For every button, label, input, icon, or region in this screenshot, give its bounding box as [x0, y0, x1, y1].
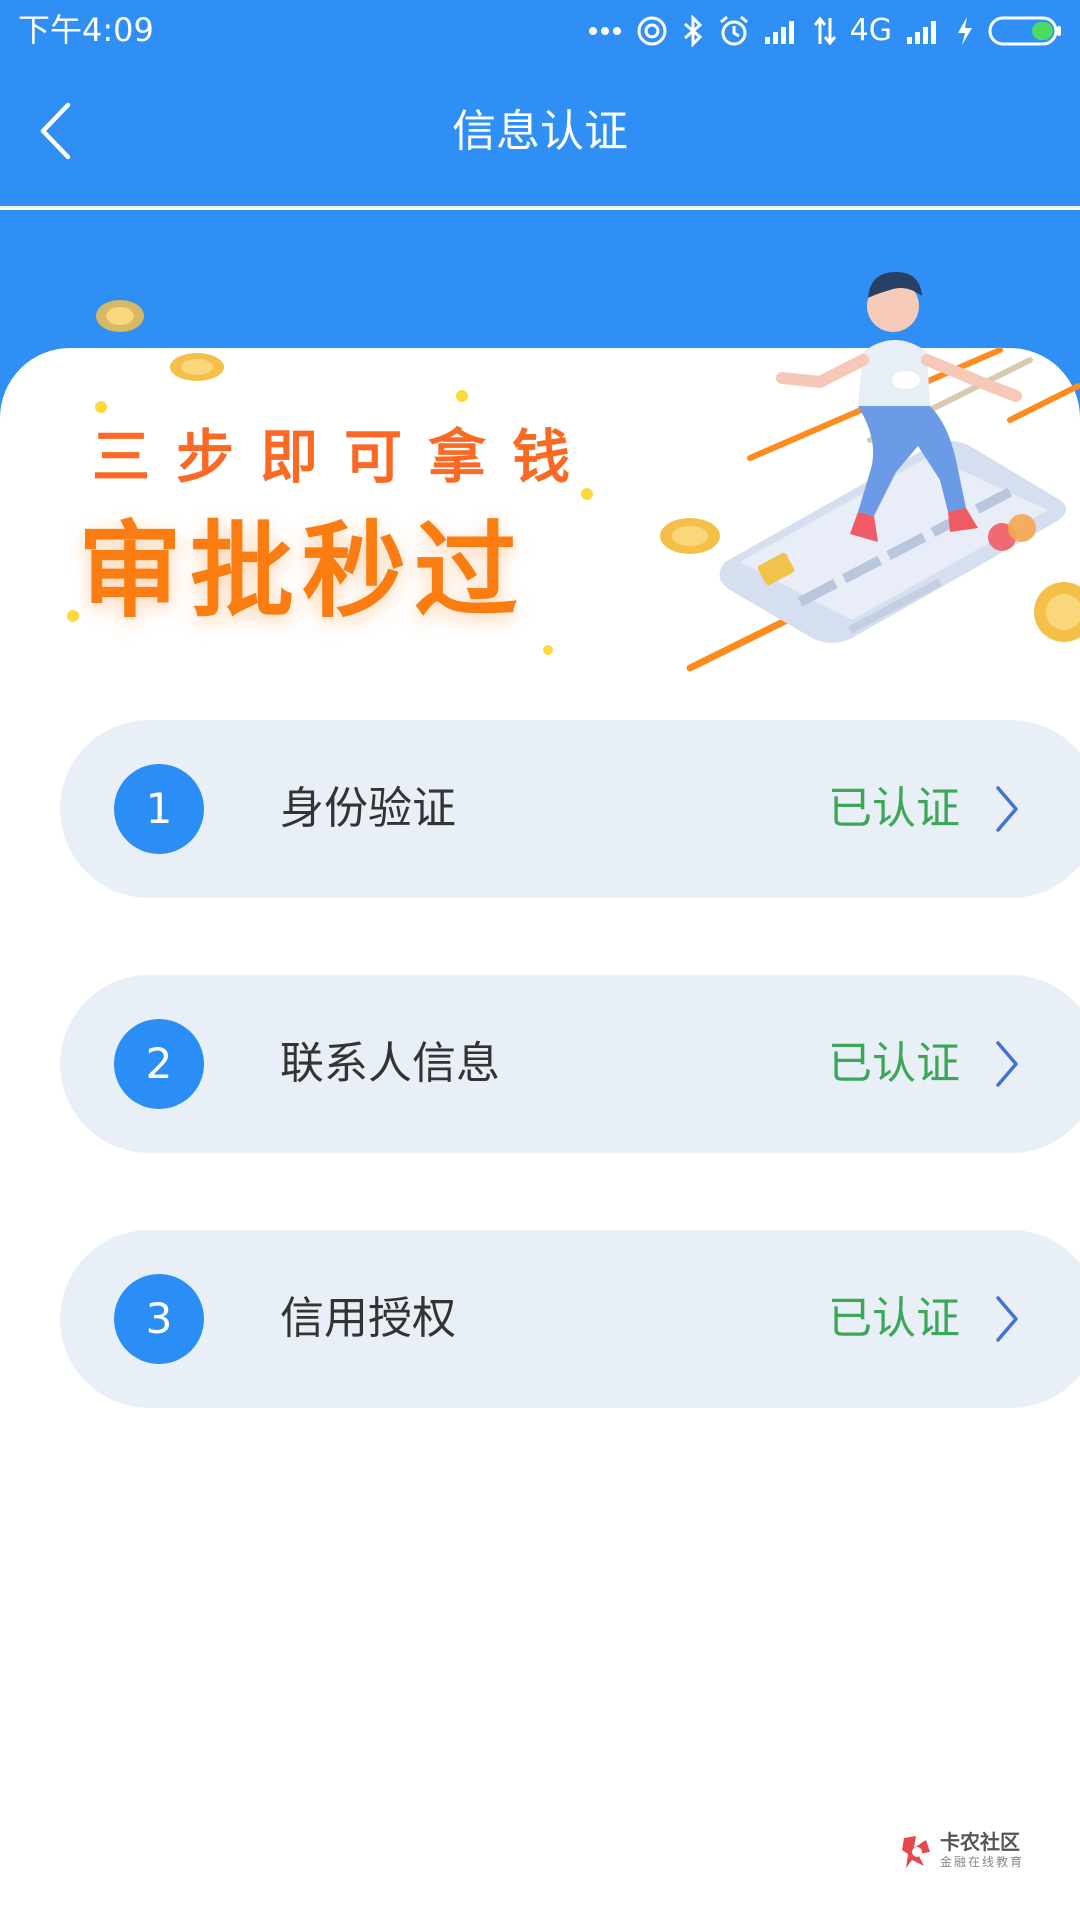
step-item-credit-authorization[interactable]: 3 信用授权 已认证 [60, 1230, 1080, 1408]
page-title: 信息认证 [452, 106, 628, 157]
bluetooth-icon [683, 15, 702, 47]
step-status: 已认证 [828, 1293, 960, 1344]
alarm-icon [719, 15, 748, 46]
step-number-badge: 2 [114, 1019, 204, 1109]
signal-icon [907, 21, 936, 44]
data-arrows-icon [813, 16, 836, 46]
network-type: 4G [849, 13, 892, 48]
step-label: 信用授权 [280, 1293, 456, 1344]
watermark-logo-icon [902, 1836, 930, 1868]
status-icons: 4G [588, 8, 1062, 54]
step-label: 身份验证 [280, 783, 456, 834]
title-bar: 信息认证 [0, 62, 1080, 208]
step-number-badge: 1 [114, 764, 204, 854]
watermark-name: 卡农社区 [940, 1830, 1020, 1854]
step-item-contacts[interactable]: 2 联系人信息 已认证 [60, 975, 1080, 1153]
banner-subtitle: 三步即可拿钱 [92, 423, 597, 491]
step-number-badge: 3 [114, 1274, 204, 1364]
coin-icon [660, 518, 720, 554]
coin-icon [96, 300, 144, 332]
watermark-tagline: 金融在线教育 [940, 1855, 1025, 1869]
status-bar: 下午4:09 4G [0, 0, 1080, 62]
status-time: 下午4:09 [18, 11, 154, 49]
battery-icon [988, 16, 1061, 46]
chevron-right-icon [996, 1296, 1018, 1342]
step-item-identity[interactable]: 1 身份验证 已认证 [60, 720, 1080, 898]
chevron-right-icon [996, 786, 1018, 832]
banner-title: 审批秒过 [78, 510, 527, 632]
step-status: 已认证 [828, 1038, 960, 1089]
watermark: 卡农社区 金融在线教育 [900, 1830, 1060, 1874]
step-label: 联系人信息 [280, 1038, 500, 1089]
chevron-right-icon [996, 1041, 1018, 1087]
signal-icon [764, 21, 794, 44]
hotspot-icon [637, 16, 667, 46]
more-dots-icon [588, 27, 621, 35]
coin-icon [170, 353, 224, 381]
step-status: 已认证 [828, 783, 960, 834]
promo-banner: 三步即可拿钱 审批秒过 [0, 210, 1080, 680]
charging-icon [958, 17, 972, 45]
coin-icon [1034, 582, 1080, 642]
